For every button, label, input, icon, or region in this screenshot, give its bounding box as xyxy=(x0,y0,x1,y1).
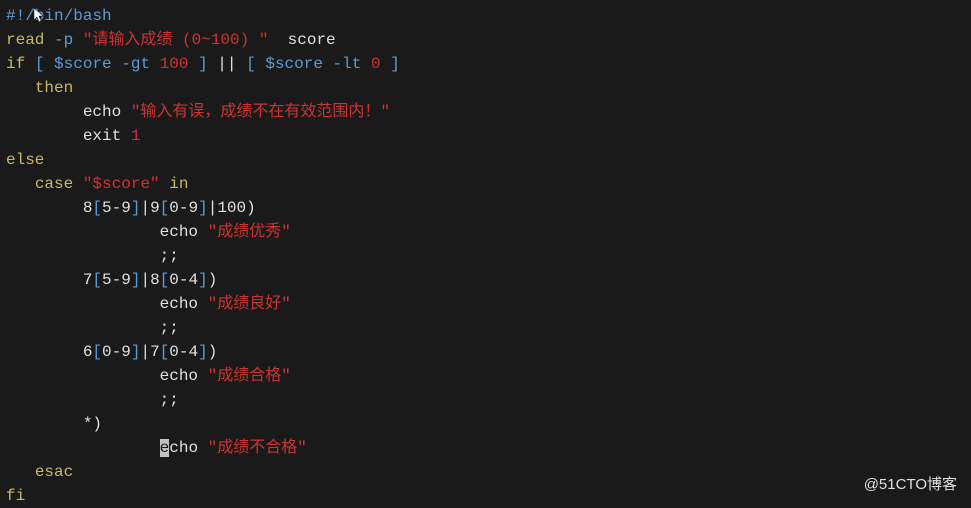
code-line-8: case "$score" in xyxy=(6,172,965,196)
code-line-6: exit 1 xyxy=(6,124,965,148)
code-editor[interactable]: #!/bin/bash read -p "请输入成绩 (0~100) " sco… xyxy=(6,4,965,508)
code-line-9: 8[5-9]|9[0-9]|100) xyxy=(6,196,965,220)
code-line-12: 7[5-9]|8[0-4]) xyxy=(6,268,965,292)
code-line-15: 6[0-9]|7[0-4]) xyxy=(6,340,965,364)
code-line-21: fi xyxy=(6,484,965,508)
code-line-20: esac xyxy=(6,460,965,484)
code-line-14: ;; xyxy=(6,316,965,340)
shebang: #!/bin/bash xyxy=(6,7,112,25)
code-line-2: read -p "请输入成绩 (0~100) " score xyxy=(6,28,965,52)
code-line-1: #!/bin/bash xyxy=(6,4,965,28)
code-line-10: echo "成绩优秀" xyxy=(6,220,965,244)
code-line-19: echo "成绩不合格" xyxy=(6,436,965,460)
code-line-4: then xyxy=(6,76,965,100)
code-line-11: ;; xyxy=(6,244,965,268)
watermark: @51CTO博客 xyxy=(864,474,957,497)
code-line-5: echo "输入有误，成绩不在有效范围内！" xyxy=(6,100,965,124)
code-line-16: echo "成绩合格" xyxy=(6,364,965,388)
code-line-3: if [ $score -gt 100 ] || [ $score -lt 0 … xyxy=(6,52,965,76)
code-line-17: ;; xyxy=(6,388,965,412)
code-line-18: *) xyxy=(6,412,965,436)
code-line-7: else xyxy=(6,148,965,172)
code-line-13: echo "成绩良好" xyxy=(6,292,965,316)
text-cursor: e xyxy=(160,439,170,457)
